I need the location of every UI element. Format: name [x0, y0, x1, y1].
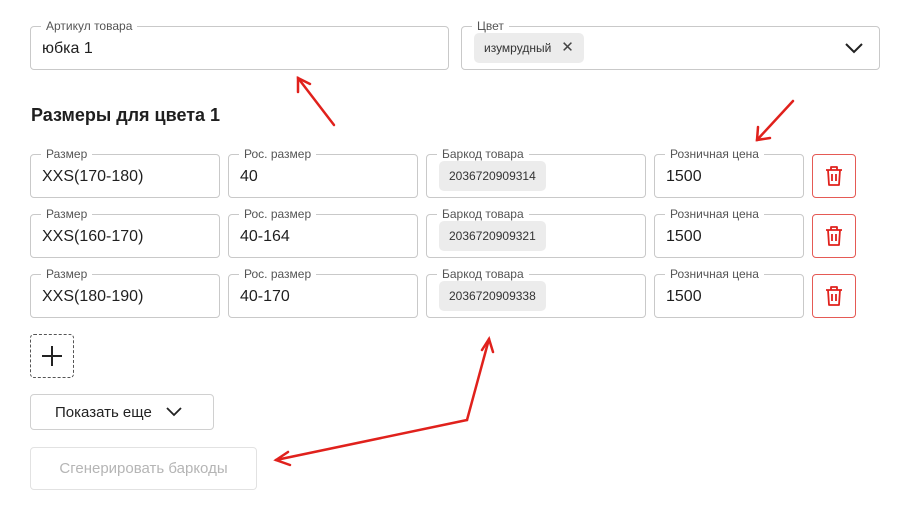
price-label: Розничная цена	[665, 268, 764, 281]
price-value: 1500	[666, 288, 702, 305]
size-label: Размер	[41, 148, 93, 161]
add-size-button[interactable]	[30, 334, 74, 378]
delete-row-button[interactable]	[812, 154, 856, 198]
size-label: Размер	[41, 268, 93, 281]
chevron-down-icon	[166, 407, 182, 417]
size-value: XXS(180-190)	[42, 288, 144, 305]
delete-row-button[interactable]	[812, 214, 856, 258]
ru-size-value: 40-170	[240, 288, 290, 305]
barcode-label: Баркод товара	[437, 268, 529, 281]
arrow-to-price-label	[755, 99, 795, 142]
barcode-field: Баркод товара 2036720909321	[426, 208, 646, 258]
size-value: XXS(170-180)	[42, 168, 144, 185]
price-label: Розничная цена	[665, 208, 764, 221]
show-more-label: Показать еще	[55, 403, 152, 421]
chevron-down-icon[interactable]	[845, 41, 863, 59]
price-field[interactable]: Розничная цена 1500	[654, 268, 804, 318]
trash-icon	[826, 166, 842, 186]
price-field[interactable]: Розничная цена 1500	[654, 208, 804, 258]
trash-icon	[826, 226, 842, 246]
show-more-button[interactable]: Показать еще	[30, 394, 214, 430]
size-value: XXS(160-170)	[42, 228, 144, 245]
barcode-label: Баркод товара	[437, 148, 529, 161]
barcode-field: Баркод товара 2036720909314	[426, 148, 646, 198]
generate-barcodes-label: Сгенерировать баркоды	[59, 460, 228, 477]
color-label: Цвет	[472, 20, 509, 33]
color-chip-label: изумрудный	[484, 41, 552, 55]
ru-size-field[interactable]: Рос. размер 40	[228, 148, 418, 198]
ru-size-value: 40	[240, 168, 258, 185]
size-field[interactable]: Размер XXS(180-190)	[30, 268, 220, 318]
barcode-chip: 2036720909321	[439, 221, 546, 251]
article-value: юбка 1	[42, 40, 93, 57]
arrow-to-generate	[274, 418, 469, 462]
ru-size-field[interactable]: Рос. размер 40-170	[228, 268, 418, 318]
trash-icon	[826, 286, 842, 306]
price-label: Розничная цена	[665, 148, 764, 161]
arrow-to-article	[296, 76, 336, 127]
color-chip: изумрудный ✕	[474, 33, 584, 63]
ru-size-label: Рос. размер	[239, 208, 317, 221]
barcode-label: Баркод товара	[437, 208, 529, 221]
ru-size-label: Рос. размер	[239, 148, 317, 161]
price-field[interactable]: Розничная цена 1500	[654, 148, 804, 198]
ru-size-field[interactable]: Рос. размер 40-164	[228, 208, 418, 258]
ru-size-label: Рос. размер	[239, 268, 317, 281]
size-field[interactable]: Размер XXS(170-180)	[30, 148, 220, 198]
close-icon[interactable]: ✕	[561, 39, 574, 56]
section-title: Размеры для цвета 1	[31, 105, 221, 125]
arrow-to-barcode	[465, 337, 491, 422]
size-label: Размер	[41, 208, 93, 221]
price-value: 1500	[666, 228, 702, 245]
article-label: Артикул товара	[41, 20, 138, 33]
barcode-chip: 2036720909314	[439, 161, 546, 191]
generate-barcodes-button[interactable]: Сгенерировать баркоды	[30, 447, 257, 490]
article-field[interactable]: Артикул товара юбка 1	[30, 20, 449, 70]
price-value: 1500	[666, 168, 702, 185]
color-select[interactable]: Цвет изумрудный ✕	[461, 20, 880, 70]
barcode-chip: 2036720909338	[439, 281, 546, 311]
delete-row-button[interactable]	[812, 274, 856, 318]
ru-size-value: 40-164	[240, 228, 290, 245]
plus-icon	[42, 346, 62, 366]
barcode-field: Баркод товара 2036720909338	[426, 268, 646, 318]
size-field[interactable]: Размер XXS(160-170)	[30, 208, 220, 258]
